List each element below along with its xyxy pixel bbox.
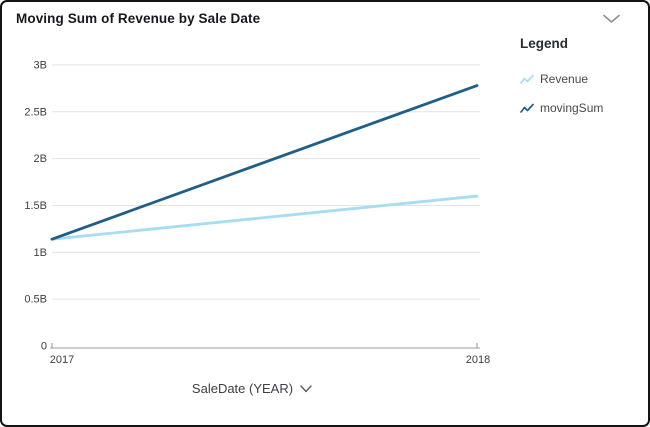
chart-title: Moving Sum of Revenue by Sale Date [16,11,260,26]
chevron-down-icon [300,385,312,393]
svg-text:2B: 2B [34,153,47,165]
svg-text:2.5B: 2.5B [24,106,47,118]
x-axis-title-label: SaleDate (YEAR) [192,381,293,396]
svg-text:0: 0 [41,341,47,353]
legend-item-movingsum[interactable]: movingSum [520,101,640,115]
svg-text:2017: 2017 [50,354,74,366]
legend-item-label: movingSum [540,101,603,115]
line-series-icon [520,103,534,114]
legend: Legend Revenue movingSum [520,36,640,130]
svg-text:0.5B: 0.5B [24,294,47,306]
svg-text:3B: 3B [34,59,47,71]
svg-text:1.5B: 1.5B [24,200,47,212]
legend-title: Legend [520,36,640,51]
visual-card: Moving Sum of Revenue by Sale Date 0 0.5B… [0,0,650,427]
svg-text:1B: 1B [34,247,47,259]
legend-item-revenue[interactable]: Revenue [520,72,640,86]
chevron-down-icon [603,14,620,24]
line-series-icon [520,74,534,85]
visual-menu-button[interactable] [600,10,622,28]
svg-text:2018: 2018 [466,354,490,366]
legend-item-label: Revenue [540,72,588,86]
line-chart: 0 0.5B 1B 1.5B 2B 2.5B 3B 2017 2018 [2,2,507,377]
x-axis-field-dropdown[interactable]: SaleDate (YEAR) [2,381,502,396]
